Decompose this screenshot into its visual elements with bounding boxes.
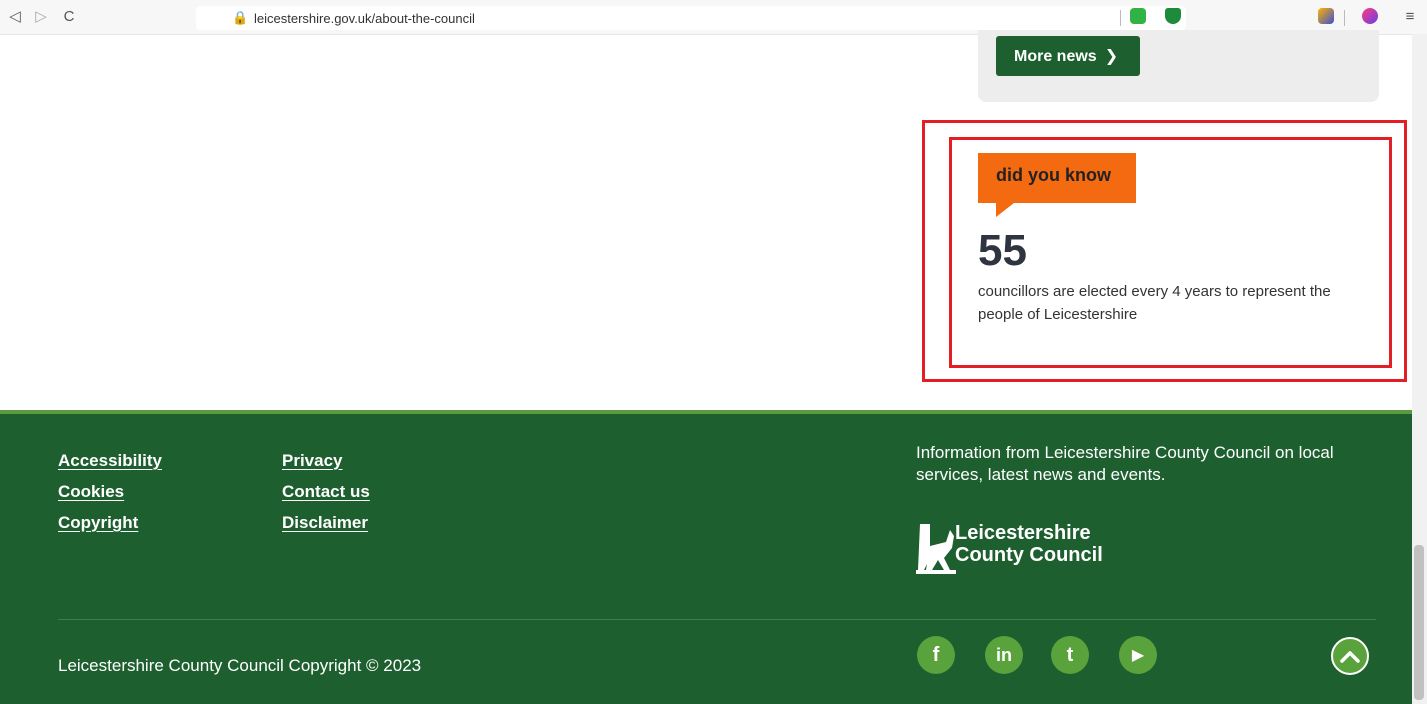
footer-link-contact-us[interactable]: Contact us	[282, 482, 370, 502]
shield-extension-icon[interactable]	[1165, 8, 1181, 24]
footer-link-privacy[interactable]: Privacy	[282, 451, 343, 471]
copyright-text: Leicestershire County Council Copyright …	[58, 656, 422, 675]
toolbar-separator	[1120, 10, 1121, 26]
footer-divider	[58, 619, 1376, 620]
extension-icon[interactable]	[1130, 8, 1146, 24]
more-news-label: More news	[1014, 48, 1097, 65]
chevron-up-icon	[1340, 651, 1360, 663]
council-logo-text: Leicestershire County Council	[955, 522, 1103, 566]
twitter-icon[interactable]: t	[1051, 636, 1089, 674]
toolbar-separator	[1344, 10, 1345, 26]
footer-link-disclaimer[interactable]: Disclaimer	[282, 513, 368, 533]
fact-text: councillors are elected every 4 years to…	[978, 283, 1331, 323]
footer-link-accessibility[interactable]: Accessibility	[58, 451, 162, 471]
fact-number: 55	[978, 226, 1027, 275]
speech-tail	[996, 203, 1014, 217]
more-news-button[interactable]: More news ❯	[996, 36, 1140, 76]
lock-icon: 🔒	[232, 10, 249, 25]
address-url: leicestershire.gov.uk/about-the-council	[254, 11, 475, 26]
scrollbar-thumb[interactable]	[1414, 545, 1424, 700]
chevron-right-icon: ❯	[1104, 48, 1119, 65]
back-to-top-button[interactable]	[1331, 637, 1369, 675]
address-bar[interactable]: 🔒 leicestershire.gov.uk/about-the-counci…	[196, 6, 1186, 30]
did-you-know-tag: did you know	[978, 153, 1136, 203]
footer-link-copyright[interactable]: Copyright	[58, 513, 138, 533]
logo-line-2: County Council	[955, 544, 1103, 566]
reload-icon[interactable]: C	[60, 8, 78, 26]
logo-line-1: Leicestershire	[955, 522, 1091, 544]
linkedin-icon[interactable]: in	[985, 636, 1023, 674]
extension-icon[interactable]	[1318, 8, 1334, 24]
youtube-icon[interactable]: ▶	[1119, 636, 1157, 674]
menu-icon[interactable]: ≡	[1401, 8, 1419, 26]
footer-info-text: Information from Leicestershire County C…	[916, 443, 1334, 484]
footer-link-cookies[interactable]: Cookies	[58, 482, 124, 502]
back-arrow-icon[interactable]: ◁	[6, 8, 24, 26]
facebook-icon[interactable]: f	[917, 636, 955, 674]
forward-arrow-icon[interactable]: ▷	[32, 8, 50, 26]
profile-avatar[interactable]	[1362, 8, 1378, 24]
